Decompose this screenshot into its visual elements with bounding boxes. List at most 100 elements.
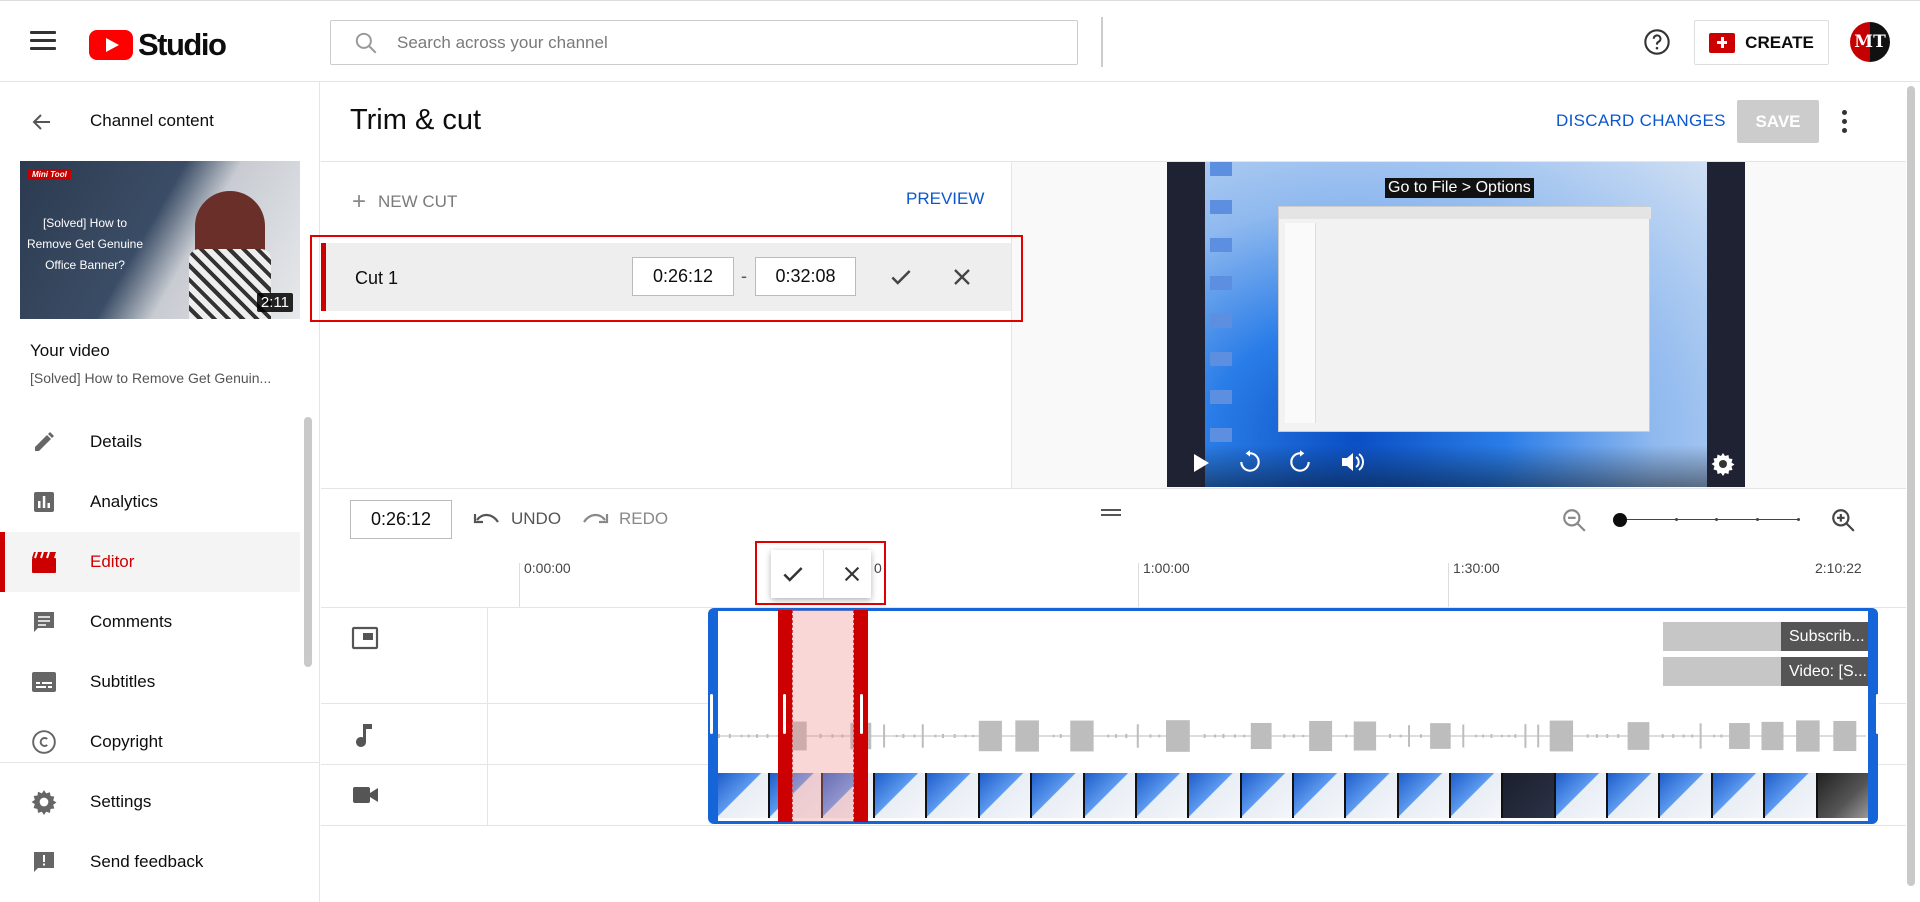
waveform-segment [1388, 734, 1391, 738]
waveform-segment [1617, 734, 1620, 738]
waveform-segment [1586, 734, 1589, 738]
waveform-segment [1420, 734, 1423, 738]
save-button[interactable]: SAVE [1737, 100, 1819, 143]
sidebar-item-details[interactable]: Details [0, 412, 300, 472]
undo-icon [473, 513, 499, 524]
waveform-segment [953, 734, 956, 738]
ruler-tick [519, 563, 520, 607]
back-arrow-icon[interactable] [30, 110, 54, 134]
waveform-segment [1833, 720, 1857, 752]
waveform-segment [964, 734, 967, 738]
waveform-segment [1233, 734, 1236, 738]
sidebar-item-send-feedback[interactable]: Send feedback [0, 832, 300, 892]
waveform-segment [1214, 734, 1217, 738]
music-note-icon [356, 724, 372, 747]
sidebar-item-editor[interactable]: Editor [0, 532, 300, 592]
waveform-segment [1136, 724, 1139, 748]
filmstrip-frame [1136, 773, 1188, 818]
waveform-segment [1796, 720, 1820, 752]
discard-changes-button[interactable]: DISCARD CHANGES [1556, 111, 1726, 131]
clip-right-handle[interactable] [1876, 694, 1879, 734]
sidebar-item-copyright[interactable]: Copyright [0, 712, 300, 772]
video-caption: Go to File > Options [1385, 178, 1534, 198]
zoom-out-icon[interactable] [1561, 507, 1587, 533]
sidebar-item-settings[interactable]: Settings [0, 772, 300, 832]
zoom-slider-track[interactable] [1620, 519, 1800, 520]
zoom-slider-knob[interactable] [1613, 513, 1627, 527]
undo-button[interactable]: UNDO [473, 509, 561, 529]
element-bar[interactable] [1663, 622, 1781, 651]
play-icon[interactable] [1191, 452, 1211, 474]
preview-button[interactable]: PREVIEW [906, 189, 984, 209]
sidebar-item-label: Details [90, 432, 142, 451]
desktop-icons [1210, 162, 1232, 462]
waveform-segment [1691, 734, 1694, 738]
waveform-segment [1015, 720, 1039, 752]
page-scrollbar-thumb[interactable] [1907, 86, 1915, 886]
sidebar-scrollbar[interactable] [304, 417, 312, 667]
zoom-tick [1675, 518, 1678, 521]
studio-logo[interactable]: Studio [89, 27, 227, 63]
filmstrip-frame [1084, 773, 1135, 818]
waveform-segment [942, 733, 945, 739]
video-camera-icon [353, 787, 378, 803]
sidebar-item-subtitles[interactable]: Subtitles [0, 652, 300, 712]
waveform-segment [718, 734, 720, 738]
waveform-segment [1158, 734, 1161, 738]
copyright-icon [32, 730, 56, 754]
end-screen-icon [351, 626, 379, 650]
rewind-10-icon[interactable] [1237, 449, 1263, 475]
waveform-segment [1507, 734, 1510, 738]
cut-start-grip [783, 694, 786, 734]
clip-left-handle[interactable] [710, 694, 713, 734]
volume-icon[interactable] [1340, 451, 1366, 473]
sidebar-item-analytics[interactable]: Analytics [0, 472, 300, 532]
resize-handle-icon[interactable] [1101, 509, 1121, 517]
element-bar[interactable] [1663, 657, 1781, 686]
player-controls [1205, 445, 1707, 487]
waveform-segment [1595, 734, 1598, 738]
create-video-icon [1709, 32, 1736, 53]
avatar[interactable]: MT [1850, 22, 1890, 62]
waveform-segment [1302, 734, 1305, 738]
waveform-segment [1713, 734, 1716, 738]
waveform-segment [1149, 734, 1152, 738]
waveform-segment [1222, 733, 1225, 739]
page-scrollbar[interactable] [1906, 86, 1916, 902]
settings-gear-icon[interactable] [1711, 452, 1735, 476]
sidebar-item-comments[interactable]: Comments [0, 592, 300, 652]
waveform-segment [766, 733, 769, 739]
filmstrip-frame [1241, 773, 1292, 818]
waveform-segment [1729, 723, 1750, 749]
create-button[interactable]: CREATE [1694, 20, 1829, 65]
redo-button[interactable]: REDO [581, 509, 668, 529]
divider [1101, 17, 1103, 67]
waveform-segment [1052, 734, 1055, 738]
menu-icon[interactable] [30, 31, 56, 51]
waveform-segment [1699, 723, 1702, 749]
current-time-input[interactable]: 0:26:12 [350, 500, 452, 539]
waveform-segment [921, 724, 924, 748]
new-cut-button[interactable]: + NEW CUT [352, 188, 457, 216]
filmstrip-frame [875, 773, 926, 818]
zoom-in-icon[interactable] [1830, 507, 1856, 533]
video-element[interactable]: Video: [S... [1781, 657, 1868, 686]
waveform-segment [1292, 734, 1295, 738]
waveform-segment [1462, 724, 1465, 748]
more-options-icon[interactable] [1842, 110, 1848, 134]
search-box[interactable] [330, 20, 1078, 65]
forward-10-icon[interactable] [1287, 449, 1313, 475]
sidebar-item-label: Subtitles [90, 672, 156, 691]
video-thumbnail[interactable]: Mini Tool [Solved] How to Remove Get Gen… [20, 161, 300, 319]
help-icon[interactable] [1643, 28, 1671, 56]
video-name: [Solved] How to Remove Get Genuin... [30, 370, 272, 386]
divider [0, 762, 320, 763]
waveform-segment [1115, 734, 1118, 738]
create-label: CREATE [1745, 32, 1814, 52]
search-icon [355, 32, 377, 53]
video-player[interactable]: Go to File > Options [1167, 162, 1745, 487]
waveform-segment [1490, 734, 1493, 738]
subscribe-element[interactable]: Subscrib... [1781, 622, 1868, 651]
waveform-segment [1606, 734, 1609, 738]
search-input[interactable] [397, 32, 997, 53]
